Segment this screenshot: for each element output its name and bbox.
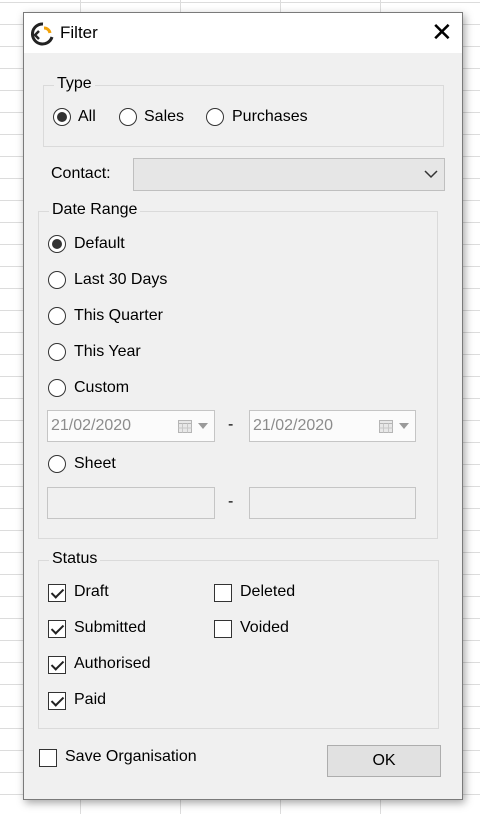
type-sales-radio[interactable] (119, 108, 137, 126)
status-draft-label[interactable]: Draft (74, 583, 109, 601)
close-button[interactable]: ✕ (418, 13, 462, 53)
type-purchases-radio[interactable] (206, 108, 224, 126)
custom-to-value: 21/02/2020 (253, 417, 334, 434)
range-sheet-label[interactable]: Sheet (74, 455, 116, 473)
range-year-label[interactable]: This Year (74, 343, 141, 361)
sheet-range-separator: - (228, 493, 234, 510)
range-sheet-radio[interactable] (48, 455, 66, 473)
window-title: Filter (60, 23, 98, 42)
close-icon: ✕ (431, 17, 453, 47)
range-year-radio[interactable] (48, 343, 66, 361)
type-purchases-label[interactable]: Purchases (232, 108, 308, 126)
type-sales-label[interactable]: Sales (144, 108, 184, 126)
status-deleted-label[interactable]: Deleted (240, 583, 295, 601)
status-deleted-checkbox[interactable] (214, 584, 232, 602)
custom-range-separator: - (228, 416, 234, 433)
calendar-icon (178, 420, 192, 433)
status-submitted-label[interactable]: Submitted (74, 619, 146, 637)
custom-from-value: 21/02/2020 (51, 417, 132, 434)
app-logo-icon (30, 22, 54, 46)
chevron-down-icon (424, 170, 438, 179)
range-quarter-label[interactable]: This Quarter (74, 307, 163, 325)
status-voided-label[interactable]: Voided (240, 619, 289, 637)
status-legend: Status (49, 550, 101, 568)
ok-button[interactable]: OK (327, 745, 441, 777)
status-authorised-checkbox[interactable] (48, 656, 66, 674)
status-paid-checkbox[interactable] (48, 692, 66, 710)
custom-from-date-picker[interactable]: 21/02/2020 (47, 410, 215, 442)
status-voided-checkbox[interactable] (214, 620, 232, 638)
contact-label: Contact: (51, 165, 111, 182)
chevron-down-icon (399, 423, 409, 429)
range-default-label[interactable]: Default (74, 235, 125, 253)
status-authorised-label[interactable]: Authorised (74, 655, 151, 673)
range-default-radio[interactable] (48, 235, 66, 253)
calendar-icon (379, 420, 393, 433)
range-last30-label[interactable]: Last 30 Days (74, 271, 167, 289)
status-paid-label[interactable]: Paid (74, 691, 106, 709)
contact-combobox[interactable] (133, 158, 445, 191)
save-organisation-label[interactable]: Save Organisation (65, 748, 197, 766)
range-custom-radio[interactable] (48, 379, 66, 397)
range-last30-radio[interactable] (48, 271, 66, 289)
custom-to-date-picker[interactable]: 21/02/2020 (249, 410, 416, 442)
filter-dialog: Filter ✕ Type All Sales Purchases Contac… (23, 12, 463, 800)
type-all-label[interactable]: All (78, 108, 96, 126)
save-organisation-checkbox[interactable] (39, 749, 57, 767)
status-draft-checkbox[interactable] (48, 584, 66, 602)
sheet-from-input[interactable] (47, 487, 215, 519)
range-quarter-radio[interactable] (48, 307, 66, 325)
sheet-to-input[interactable] (249, 487, 416, 519)
date-range-legend: Date Range (49, 201, 141, 219)
type-all-radio[interactable] (53, 108, 71, 126)
chevron-down-icon (198, 423, 208, 429)
range-custom-label[interactable]: Custom (74, 379, 129, 397)
status-submitted-checkbox[interactable] (48, 620, 66, 638)
title-bar: Filter ✕ (24, 13, 462, 53)
type-legend: Type (54, 75, 95, 93)
